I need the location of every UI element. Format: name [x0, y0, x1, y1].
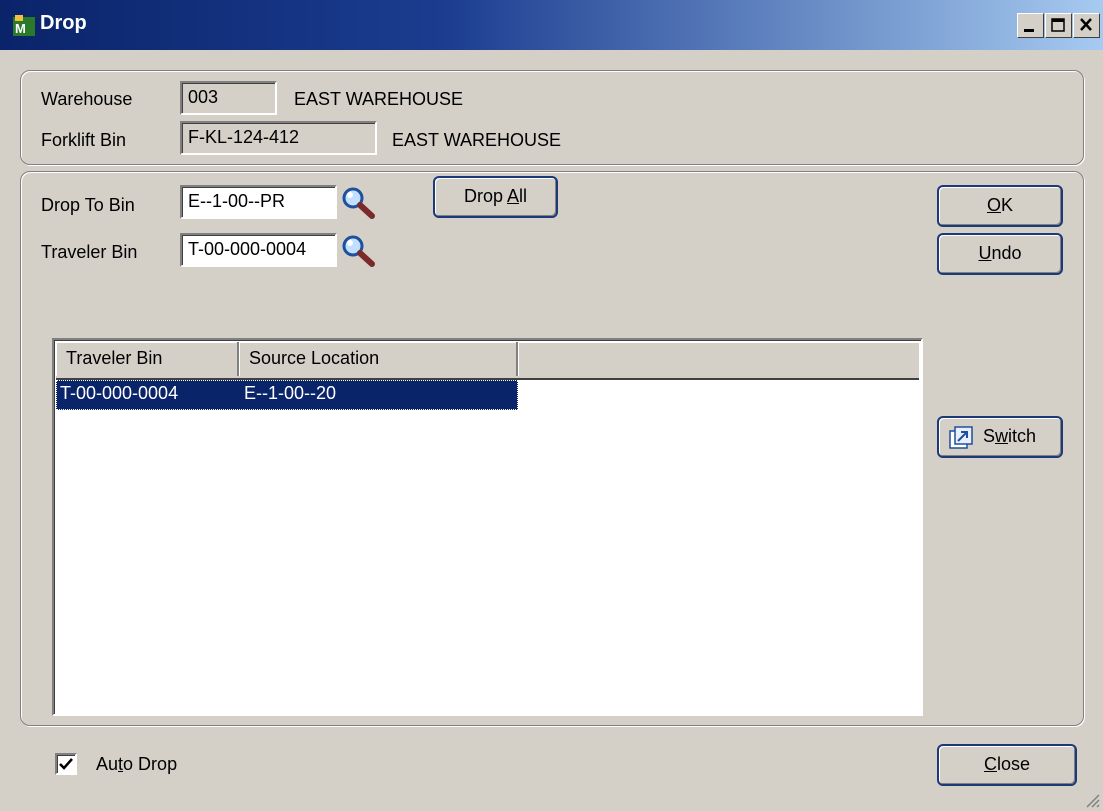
undo-label-key: U: [978, 243, 992, 263]
auto-drop-label-pre: Au: [96, 754, 119, 774]
drop-all-label-pre: Drop: [463, 186, 507, 206]
auto-drop-label[interactable]: Auto Drop: [96, 754, 177, 775]
auto-drop-checkbox[interactable]: [55, 753, 77, 775]
app-icon: M: [13, 15, 35, 36]
drop-all-label-key: A: [507, 186, 520, 206]
title-bar[interactable]: M Drop: [0, 0, 1103, 50]
warehouse-name: EAST WAREHOUSE: [294, 89, 464, 109]
traveler-bin-lookup-icon[interactable]: [340, 234, 376, 268]
ok-label-key: O: [986, 195, 1001, 215]
switch-label-key: w: [995, 426, 1009, 446]
close-label-post: lose: [996, 754, 1031, 774]
forklift-bin-label: Forklift Bin: [41, 130, 127, 150]
ok-label-post: K: [1001, 195, 1014, 215]
column-header-traveler-bin[interactable]: Traveler Bin: [56, 342, 239, 376]
drop-to-bin-lookup-icon[interactable]: [340, 186, 376, 220]
drop-all-button[interactable]: Drop All: [433, 176, 558, 218]
drop-all-label-post: ll: [519, 186, 528, 206]
traveler-grid[interactable]: Traveler Bin Source Location T-00-000-00…: [52, 338, 923, 716]
minimize-icon: [1024, 29, 1034, 32]
switch-button[interactable]: Switch: [937, 416, 1063, 458]
traveler-bin-label: Traveler Bin: [41, 242, 138, 262]
grid-header: Traveler Bin Source Location: [56, 342, 919, 380]
warehouse-code-field: 003: [180, 81, 277, 115]
traveler-bin-input[interactable]: T-00-000-0004: [180, 233, 337, 267]
table-row[interactable]: T-00-000-0004 E--1-00--20: [56, 380, 518, 410]
resize-grip-icon[interactable]: [1081, 789, 1101, 809]
checkmark-icon: [59, 758, 73, 770]
close-label-key: C: [983, 754, 997, 774]
drop-window: M Drop Warehouse 003 EAST WAREHOUSE Fork…: [0, 0, 1103, 811]
minimize-button[interactable]: [1017, 13, 1044, 38]
warehouse-label: Warehouse: [41, 89, 133, 109]
maximize-button[interactable]: [1045, 13, 1072, 38]
column-header-empty: [518, 342, 923, 376]
switch-label-pre: S: [983, 426, 996, 446]
drop-to-bin-input[interactable]: E--1-00--PR: [180, 185, 337, 219]
cell-source-location: E--1-00--20: [244, 383, 337, 403]
column-header-source-location[interactable]: Source Location: [239, 342, 518, 376]
window-title: Drop: [40, 12, 87, 34]
ok-button[interactable]: OK: [937, 185, 1063, 227]
switch-icon: [949, 426, 973, 449]
forklift-warehouse-name: EAST WAREHOUSE: [392, 130, 562, 150]
close-button[interactable]: Close: [937, 744, 1077, 786]
auto-drop-label-post: o Drop: [123, 754, 178, 774]
svg-text:M: M: [15, 21, 26, 36]
close-icon: [1080, 18, 1092, 31]
undo-label-post: ndo: [991, 243, 1022, 263]
undo-button[interactable]: Undo: [937, 233, 1063, 275]
close-window-button[interactable]: [1073, 13, 1100, 38]
maximize-icon: [1051, 18, 1065, 32]
switch-label-post: itch: [1008, 426, 1037, 446]
cell-traveler-bin: T-00-000-0004: [60, 383, 179, 403]
drop-to-bin-label: Drop To Bin: [41, 195, 135, 215]
forklift-bin-field: F-KL-124-412: [180, 121, 377, 155]
